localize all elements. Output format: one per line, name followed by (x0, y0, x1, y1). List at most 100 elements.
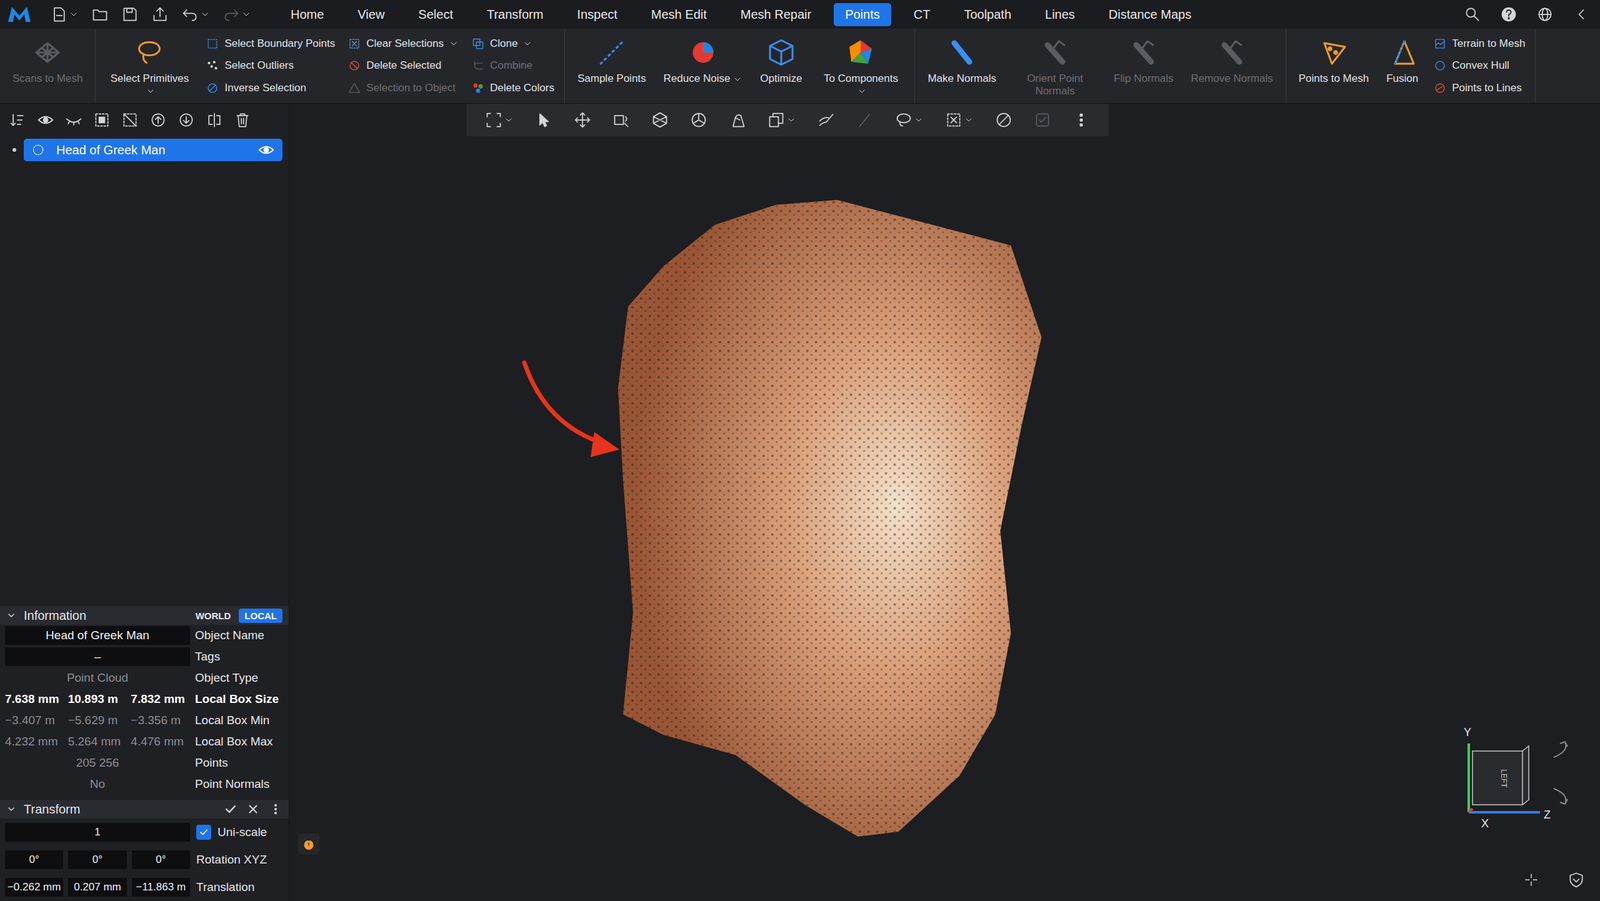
tree-item[interactable]: Head of Greek Man (23, 138, 283, 162)
ribbon-small-button[interactable]: Combine (471, 58, 555, 73)
uni-scale-checkbox[interactable] (196, 825, 212, 840)
ribbon-small-button[interactable]: Inverse Selection (205, 81, 335, 95)
quick-button[interactable] (91, 5, 109, 24)
scene-tool-button[interactable] (205, 111, 224, 129)
ribbon-small-label: Delete Colors (490, 81, 555, 95)
ribbon-tab[interactable]: View (346, 3, 396, 27)
ribbon-small-button[interactable]: Points to Lines (1433, 81, 1525, 95)
ribbon-small-label: Terrain to Mesh (1451, 37, 1525, 50)
transform-input[interactable]: −11.863 m (131, 878, 190, 897)
quick-button[interactable] (121, 5, 139, 24)
scene-tool-button[interactable] (149, 111, 167, 129)
viewport-tool-button[interactable] (810, 111, 843, 129)
ribbon-small-button[interactable]: Select Outliers (205, 58, 335, 73)
ribbon-button[interactable]: Fusion (1377, 28, 1427, 104)
viewport-tool-button[interactable] (848, 111, 882, 129)
ribbon-tab[interactable]: Inspect (565, 3, 629, 27)
scans-icon (32, 37, 63, 68)
quick-button[interactable] (151, 5, 169, 24)
point-cloud[interactable] (618, 200, 1042, 837)
viewport-tool-button[interactable] (527, 111, 560, 129)
ribbon-button[interactable]: Points to Mesh (1290, 28, 1378, 104)
frame-option[interactable]: WORLD (190, 608, 237, 624)
transform-input[interactable]: 0° (131, 850, 190, 870)
viewport-tool-button[interactable] (566, 111, 599, 129)
quick-button[interactable] (181, 5, 210, 24)
transform-input[interactable]: 0.207 mm (68, 878, 127, 897)
scene-tool-button[interactable] (233, 111, 252, 129)
apply-button[interactable] (223, 802, 238, 817)
viewport-tool-button[interactable] (760, 111, 804, 129)
ribbon-button[interactable]: Scans to Mesh (3, 28, 92, 104)
ribbon-tab[interactable]: Toolpath (952, 3, 1023, 27)
timer-button[interactable] (298, 833, 320, 855)
transform-header[interactable]: Transform (0, 800, 289, 819)
quick-button[interactable] (50, 5, 79, 24)
ribbon-button[interactable]: Sample Points (568, 28, 655, 104)
ribbon-button[interactable]: Make Normals (918, 28, 1005, 104)
ribbon-tab[interactable]: Transform (475, 3, 555, 27)
frame-option[interactable]: LOCAL (238, 608, 283, 624)
viewport-tool-button[interactable] (887, 111, 932, 129)
ribbon-button[interactable]: Remove Normals (1181, 28, 1282, 104)
reset-button[interactable] (246, 802, 260, 817)
ribbon-tab[interactable]: Points (833, 3, 892, 27)
ribbon-small-button[interactable]: Delete Selected (347, 58, 459, 73)
viewport[interactable]: YLEFTZX (289, 103, 1600, 901)
axis-gizmo[interactable]: YLEFTZX (1460, 726, 1585, 833)
info-value[interactable]: Head of Greek Man (5, 626, 190, 645)
ribbon-button[interactable]: Optimize (751, 28, 811, 104)
ribbon-tab[interactable]: Distance Maps (1097, 3, 1203, 27)
ribbon-button[interactable]: Orient Point Normals (1005, 28, 1105, 104)
viewport-tool-button[interactable] (682, 111, 715, 129)
scene-tool-button[interactable] (177, 111, 195, 129)
visibility-toggle[interactable] (257, 141, 275, 159)
ribbon-tab[interactable]: Mesh Edit (640, 3, 719, 27)
help-button[interactable] (1500, 5, 1518, 24)
ribbon-button[interactable]: Reduce Noise (655, 28, 752, 104)
transform-input[interactable]: 1 (5, 823, 190, 842)
scene-tool-button[interactable] (36, 111, 55, 129)
ribbon-button[interactable]: To Components (810, 28, 911, 104)
ribbon-small-button[interactable]: Select Boundary Points (205, 36, 335, 51)
point-cloud-view[interactable] (289, 103, 1600, 901)
more-button[interactable] (268, 802, 283, 817)
ribbon-small-button[interactable]: Convex Hull (1433, 58, 1525, 73)
ribbon-button[interactable]: Flip Normals (1105, 28, 1182, 104)
ribbon-button[interactable]: Select Primitives (99, 28, 200, 104)
quick-button[interactable] (222, 5, 252, 24)
language-button[interactable] (1536, 5, 1554, 24)
viewport-tool-button[interactable] (1026, 111, 1059, 129)
ribbon-tab[interactable]: CT (902, 3, 942, 27)
viewport-tool-button[interactable] (643, 111, 677, 129)
search-button[interactable] (1463, 5, 1482, 24)
collapse-button[interactable] (1572, 5, 1590, 24)
viewport-tool-button[interactable] (987, 111, 1020, 129)
viewport-tool-button[interactable] (477, 111, 522, 129)
ribbon-small-button[interactable]: Selection to Object (347, 81, 459, 95)
viewport-tool-button[interactable] (721, 111, 754, 129)
ribbon-small-button[interactable]: Clear Selections (347, 36, 459, 51)
ribbon-tab[interactable]: Lines (1033, 3, 1087, 27)
home-view-button[interactable] (1522, 871, 1540, 889)
ribbon-small-button[interactable]: Terrain to Mesh (1433, 36, 1525, 51)
info-value[interactable]: – (5, 647, 190, 667)
information-header[interactable]: Information WORLDLOCAL (0, 606, 289, 625)
scene-tool-button[interactable] (121, 111, 139, 129)
scene-tool-button[interactable] (93, 111, 111, 129)
view-shield-button[interactable] (1567, 871, 1585, 889)
transform-input[interactable]: 0° (68, 850, 127, 870)
scene-tool-button[interactable] (8, 111, 27, 129)
ribbon-small-button[interactable]: Clone (471, 36, 555, 51)
transform-input[interactable]: −0.262 mm (5, 878, 64, 897)
viewport-tool-button[interactable] (937, 111, 982, 129)
ribbon-tab[interactable]: Mesh Repair (729, 3, 823, 27)
ribbon-tab[interactable]: Select (406, 3, 465, 27)
ribbon-small-button[interactable]: Delete Colors (471, 81, 555, 95)
viewport-tool-button[interactable] (605, 111, 638, 129)
scene-tool-button[interactable] (65, 111, 83, 129)
transform-input[interactable]: 0° (5, 850, 64, 870)
viewport-tool-button[interactable] (1065, 111, 1098, 129)
ribbon-tab[interactable]: Home (279, 3, 335, 27)
logo-icon[interactable] (6, 4, 33, 25)
